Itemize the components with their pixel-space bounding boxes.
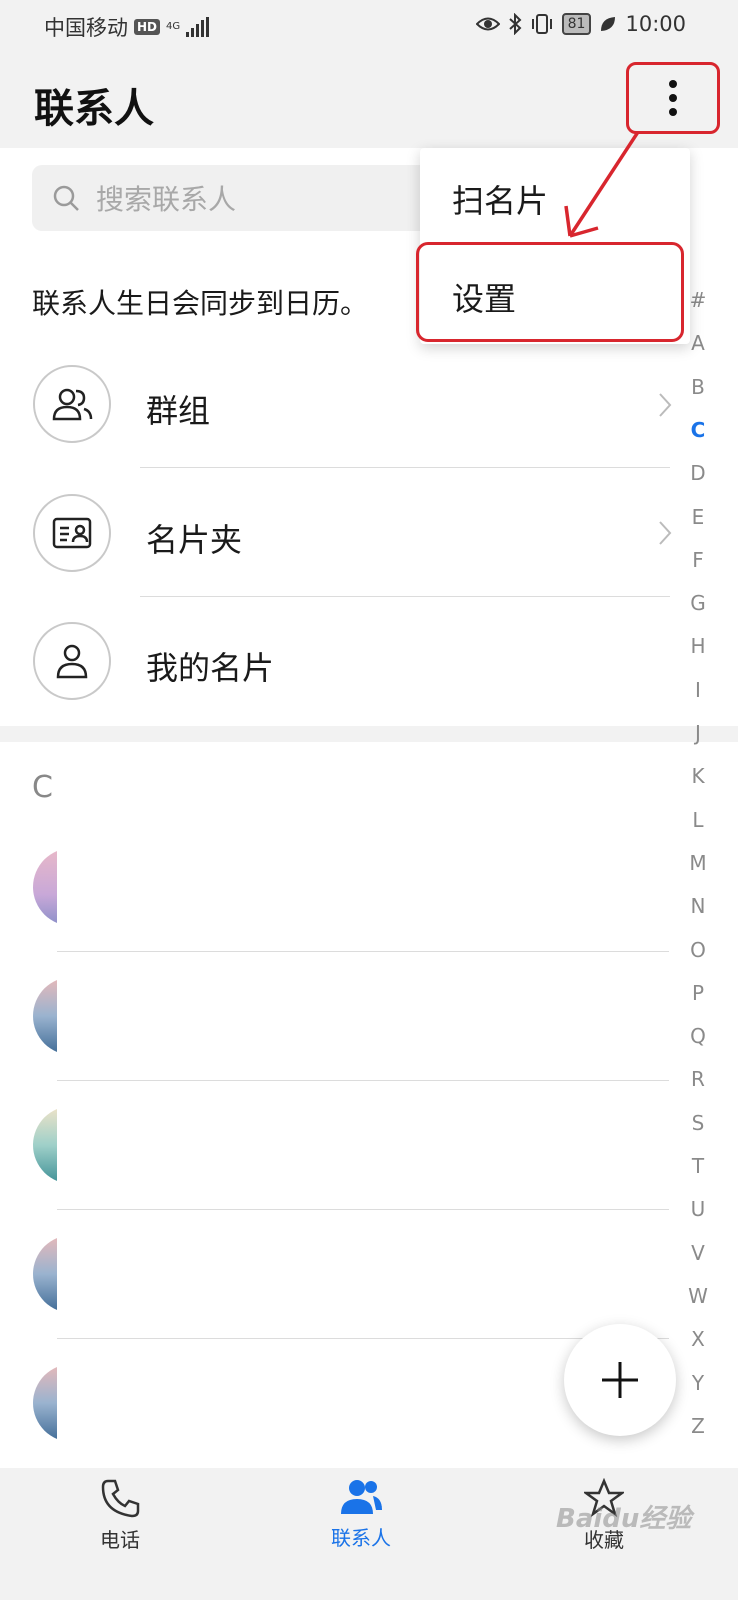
index-letter[interactable]: Q <box>683 1024 713 1048</box>
person-icon <box>56 644 88 679</box>
add-contact-button[interactable] <box>564 1324 676 1436</box>
index-letter[interactable]: P <box>683 981 713 1005</box>
index-letter[interactable]: O <box>683 938 713 962</box>
card-holder-icon-circle <box>33 494 111 572</box>
index-letter[interactable]: U <box>683 1197 713 1221</box>
index-letter[interactable]: W <box>683 1284 713 1308</box>
carrier-name: 中国移动 <box>44 16 128 40</box>
index-letter[interactable]: H <box>683 634 713 658</box>
index-letter[interactable]: D <box>683 461 713 485</box>
network-type: 4G <box>166 21 181 32</box>
contact-name-redacted <box>57 1225 669 1335</box>
menu-item-label: 群组 <box>146 392 211 430</box>
group-icon-circle <box>33 365 111 443</box>
divider <box>57 1338 669 1339</box>
index-letter[interactable]: I <box>683 678 713 702</box>
more-options-button[interactable] <box>626 62 720 134</box>
divider <box>57 1209 669 1210</box>
add-icon <box>602 1362 638 1398</box>
status-right: 81 10:00 <box>475 12 686 36</box>
index-letter[interactable]: R <box>683 1067 713 1091</box>
search-input[interactable]: 搜索联系人 <box>32 165 452 231</box>
carrier-info: 中国移动 HD 4G <box>44 12 210 42</box>
more-vertical-icon <box>669 80 677 116</box>
divider <box>57 951 669 952</box>
index-letter[interactable]: X <box>683 1327 713 1351</box>
battery-icon: 81 <box>561 13 592 35</box>
card-holder-icon <box>52 517 92 549</box>
index-letter[interactable]: F <box>683 548 713 572</box>
index-letter[interactable]: J <box>683 721 713 745</box>
chevron-right-icon <box>659 393 672 417</box>
index-letter[interactable]: Y <box>683 1371 713 1395</box>
annotation-arrow <box>564 131 640 238</box>
divider <box>140 467 670 468</box>
chevron-right-icon <box>659 521 672 545</box>
signal-icon <box>186 17 210 37</box>
contacts-icon <box>341 1480 382 1514</box>
contact-name-redacted <box>57 838 669 948</box>
vibrate-icon <box>531 14 552 34</box>
index-letter[interactable]: M <box>683 851 713 875</box>
annotation-highlight-box <box>416 242 684 342</box>
group-icon <box>52 388 93 421</box>
index-letter[interactable]: C <box>683 418 713 442</box>
menu-item-label: 我的名片 <box>146 649 275 687</box>
nav-tab-phone[interactable]: 电话 <box>50 1478 190 1588</box>
person-icon-circle <box>33 622 111 700</box>
contact-name-redacted <box>57 967 669 1077</box>
nav-label: 电话 <box>100 1528 140 1552</box>
index-letter[interactable]: K <box>683 764 713 788</box>
bluetooth-icon <box>508 13 522 35</box>
search-icon <box>53 185 79 211</box>
eye-comfort-icon <box>475 17 500 31</box>
section-letter: C <box>32 770 53 805</box>
index-letter[interactable]: S <box>683 1111 713 1135</box>
index-letter[interactable]: V <box>683 1241 713 1265</box>
index-letter[interactable]: T <box>683 1154 713 1178</box>
nav-tab-contacts[interactable]: 联系人 <box>291 1478 431 1588</box>
contact-name-redacted <box>57 1096 669 1206</box>
search-placeholder: 搜索联系人 <box>96 183 237 216</box>
menu-item-label: 名片夹 <box>146 521 243 559</box>
birthday-sync-notice: 联系人生日会同步到日历。 <box>32 287 369 320</box>
index-letter[interactable]: Z <box>683 1414 713 1438</box>
divider <box>57 1080 669 1081</box>
hd-badge: HD <box>134 19 161 35</box>
menu-option-scan-card[interactable]: 扫名片 <box>452 176 548 222</box>
section-separator <box>0 726 738 742</box>
nav-label: 联系人 <box>331 1526 391 1550</box>
watermark: Baidu经验 <box>556 1504 692 1534</box>
index-letter[interactable]: E <box>683 505 713 529</box>
clock: 10:00 <box>625 12 686 36</box>
index-letter[interactable]: B <box>683 375 713 399</box>
leaf-icon <box>601 17 616 31</box>
alphabet-index[interactable]: # A B C D E F G H I J K L M N O P Q R S T U V W X Y Z <box>680 288 716 1448</box>
index-letter[interactable]: L <box>683 808 713 832</box>
divider <box>140 596 670 597</box>
index-letter[interactable]: N <box>683 894 713 918</box>
index-letter[interactable]: G <box>683 591 713 615</box>
contact-name-redacted <box>57 1354 557 1464</box>
phone-icon <box>101 1479 140 1518</box>
page-title: 联系人 <box>34 86 154 132</box>
